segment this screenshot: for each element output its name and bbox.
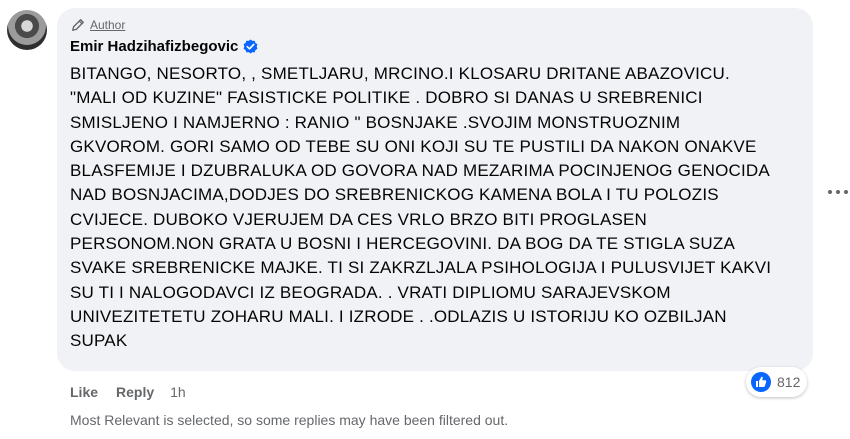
like-button[interactable]: Like	[70, 384, 98, 400]
more-dot	[844, 190, 848, 194]
filter-notice: Most Relevant is selected, so some repli…	[70, 412, 509, 428]
reply-button[interactable]: Reply	[116, 384, 154, 400]
more-options-icon[interactable]	[828, 185, 848, 199]
comment-line: SVAKE SREBRENICKE MAJKE. TI SI ZAKRZLJAL…	[70, 258, 772, 278]
comment-line: PERSONOM.NON GRATA U BOSNI I HERCEGOVINI…	[70, 234, 735, 254]
verified-badge-icon	[243, 39, 258, 54]
comment-line: NAD BOSNJACIMA,DODJES DO SREBRENICKOG KA…	[70, 185, 719, 205]
more-dot	[836, 190, 840, 194]
comment-line: BITANGO, NESORTO, , SMETLJARU, MRCINO.I …	[70, 64, 730, 83]
comment-line: GKVOROM. GORI SAMO OD TEBE SU ONI KOJI S…	[70, 136, 757, 156]
comment-text: BITANGO, NESORTO, , SMETLJARU, MRCINO.I …	[70, 62, 805, 354]
comment-line: SU TI I NALOGODAVCI IZ BEOGRADA. . VRATI…	[70, 282, 671, 302]
comment-line: SMISLJENO I NAMJERNO : RANIO " BOSNJAKE …	[70, 112, 681, 132]
author-badge-label: Author	[90, 18, 126, 32]
author-badge: Author	[70, 17, 125, 33]
author-name[interactable]: Emir Hadzihafizbegovic	[70, 38, 238, 55]
comment-actions: Like Reply 1h	[70, 384, 186, 400]
pencil-icon	[70, 17, 86, 33]
comment-line: CVIJECE. DUBOKO VJERUJEM DA CES VRLO BRZ…	[70, 209, 648, 229]
avatar[interactable]	[7, 10, 47, 50]
timestamp[interactable]: 1h	[170, 384, 186, 400]
author-name-row: Emir Hadzihafizbegovic	[70, 38, 258, 55]
reaction-count: 812	[777, 374, 801, 390]
like-reaction-icon	[751, 372, 771, 392]
reaction-summary[interactable]: 812	[746, 367, 808, 397]
comment-line: BLASFEMIJE I DZUBRALUKA OD GOVORA NAD ME…	[70, 161, 770, 181]
comment-line: SUPAK	[70, 331, 128, 351]
more-dot	[828, 190, 832, 194]
comment-line: UNIVEZITETETU ZOHARU MALI. I IZRODE . .O…	[70, 306, 727, 326]
comment-line: "MALI OD KUZINE" FASISTICKE POLITIKE . D…	[70, 88, 703, 108]
